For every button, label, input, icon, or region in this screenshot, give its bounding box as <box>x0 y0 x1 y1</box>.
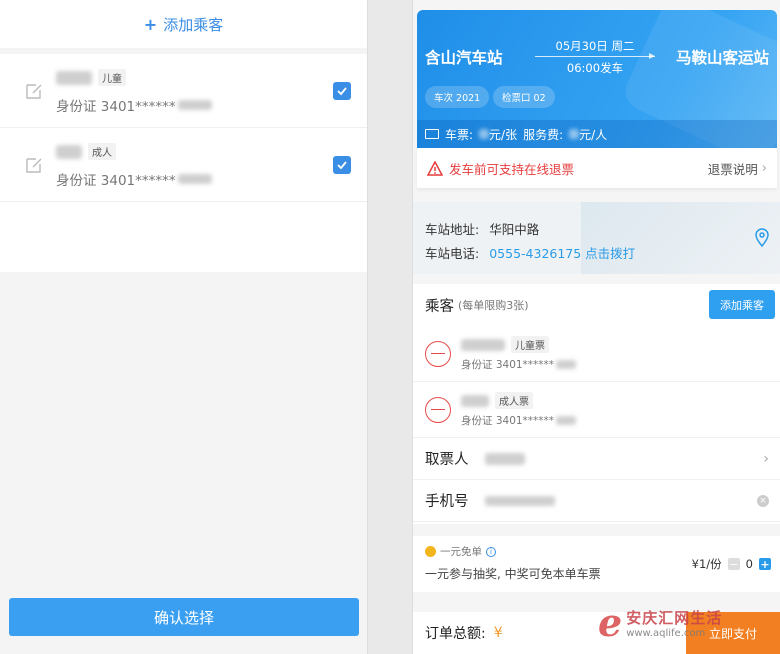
passenger-list: 儿童 身份证 3401****** 成人 身份证 3401****** <box>0 54 367 272</box>
fare-unit: 元/张 <box>489 127 518 142</box>
remove-passenger-icon[interactable] <box>425 340 451 367</box>
ticket-icon <box>425 129 439 139</box>
passenger-id: 身份证 3401****** <box>461 413 769 428</box>
promo-price: ¥1/份 <box>691 557 722 571</box>
refund-policy-link[interactable]: 退票说明 <box>708 159 758 178</box>
passenger-id: 身份证 3401****** <box>56 169 333 189</box>
total-label: 订单总额: <box>425 626 486 642</box>
passenger-name: 儿童 <box>56 67 333 89</box>
passenger-id: 身份证 3401****** <box>461 357 769 372</box>
list-spacer <box>0 202 367 272</box>
passenger-section: 乘客 (每单限购3张) 添加乘客 儿童票 身份证 3401****** 成人票 … <box>413 284 780 524</box>
table-row: 成人票 身份证 3401****** <box>413 382 780 438</box>
promo-title: 一元免单 <box>440 546 482 558</box>
station-info: 车站地址: 华阳中路 车站电话: 0555-4326175 点击拨打 <box>413 202 780 274</box>
info-icon[interactable]: i <box>486 546 496 557</box>
list-item[interactable]: 儿童 身份证 3401****** <box>0 54 367 128</box>
chevron-right-icon: › <box>761 160 767 176</box>
service-fee-unit: 元/人 <box>579 127 608 142</box>
departure-date: 05月30日 周二 <box>555 39 635 53</box>
ticket-type-tag: 儿童票 <box>511 336 549 353</box>
ticket-card: 含山汽车站 05月30日 周二 06:00发车 马鞍山客运站 车次 2021 检… <box>417 10 777 148</box>
passenger-name: 儿童票 <box>461 336 769 354</box>
warning-icon <box>427 160 443 176</box>
location-pin-icon[interactable] <box>753 228 771 248</box>
add-passenger-link[interactable]: + 添加乘客 <box>0 0 367 48</box>
check-icon <box>337 86 347 95</box>
remove-passenger-icon[interactable] <box>425 396 451 423</box>
section-title: 乘客 <box>425 298 454 315</box>
add-passenger-label: 添加乘客 <box>163 15 224 34</box>
passenger-checkbox[interactable] <box>333 81 351 100</box>
passenger-type-tag: 儿童 <box>98 69 126 86</box>
add-passenger-button[interactable]: 添加乘客 <box>709 290 775 319</box>
passenger-id: 身份证 3401****** <box>56 95 333 115</box>
departure-time: 06:00发车 <box>566 61 624 75</box>
passenger-checkbox[interactable] <box>333 155 351 174</box>
watermark-url: www.aqlife.com <box>626 628 706 639</box>
passenger-select-panel: + 添加乘客 儿童 身份证 3401****** 成人 身份证 3401****… <box>0 0 368 654</box>
site-watermark: e 安庆汇网生活 www.aqlife.com <box>598 604 722 642</box>
quantity-stepper: ¥1/份 − 0 + <box>692 556 771 572</box>
station-address: 车站地址: 华阳中路 <box>425 221 540 237</box>
check-icon <box>337 160 347 169</box>
increment-button[interactable]: + <box>759 558 771 570</box>
plus-icon: + <box>143 14 158 34</box>
phone-field[interactable]: 手机号 × <box>413 480 780 522</box>
clear-icon[interactable]: × <box>757 494 769 507</box>
total-amount: ¥ <box>493 625 503 641</box>
gate-badge: 检票口 02 <box>493 86 555 108</box>
quantity-value: 0 <box>745 557 753 571</box>
refund-notice[interactable]: 发车前可支持在线退票 退票说明 › <box>417 148 777 188</box>
coin-icon <box>425 546 436 557</box>
watermark-logo: e <box>598 600 623 645</box>
station-phone[interactable]: 车站电话: 0555-4326175 点击拨打 <box>425 240 769 264</box>
fare-bar: 车票: 元/张 服务费: 元/人 <box>417 120 777 148</box>
arrival-station: 马鞍山客运站 <box>675 49 769 67</box>
order-panel: 含山汽车站 05月30日 周二 06:00发车 马鞍山客运站 车次 2021 检… <box>412 0 780 654</box>
passenger-name: 成人 <box>56 141 333 163</box>
passenger-name: 成人票 <box>461 392 769 410</box>
departure-station: 含山汽车站 <box>425 49 503 67</box>
list-item[interactable]: 成人 身份证 3401****** <box>0 128 367 202</box>
refund-warning-text: 发车前可支持在线退票 <box>449 161 575 177</box>
purchase-limit-note: (每单限购3张) <box>458 299 529 312</box>
service-fee-label: 服务费: <box>523 127 564 142</box>
edit-icon[interactable] <box>24 155 44 175</box>
free-order-promo: 一元免单 i 一元参与抽奖, 中奖可免本单车票 ¥1/份 − 0 + <box>413 536 780 592</box>
table-row: 儿童票 身份证 3401****** <box>413 326 780 382</box>
ticket-taker-field[interactable]: 取票人 › <box>413 438 780 480</box>
fare-label: 车票: <box>445 127 474 142</box>
chevron-right-icon: › <box>763 450 769 467</box>
bus-number-badge: 车次 2021 <box>425 86 490 108</box>
decrement-button[interactable]: − <box>727 558 740 570</box>
route-arrow <box>535 53 655 59</box>
edit-icon[interactable] <box>24 81 44 101</box>
confirm-button[interactable]: 确认选择 <box>9 598 359 636</box>
ticket-type-tag: 成人票 <box>495 392 533 409</box>
watermark-brand: 安庆汇网生活 <box>626 609 723 627</box>
passenger-type-tag: 成人 <box>88 143 116 160</box>
